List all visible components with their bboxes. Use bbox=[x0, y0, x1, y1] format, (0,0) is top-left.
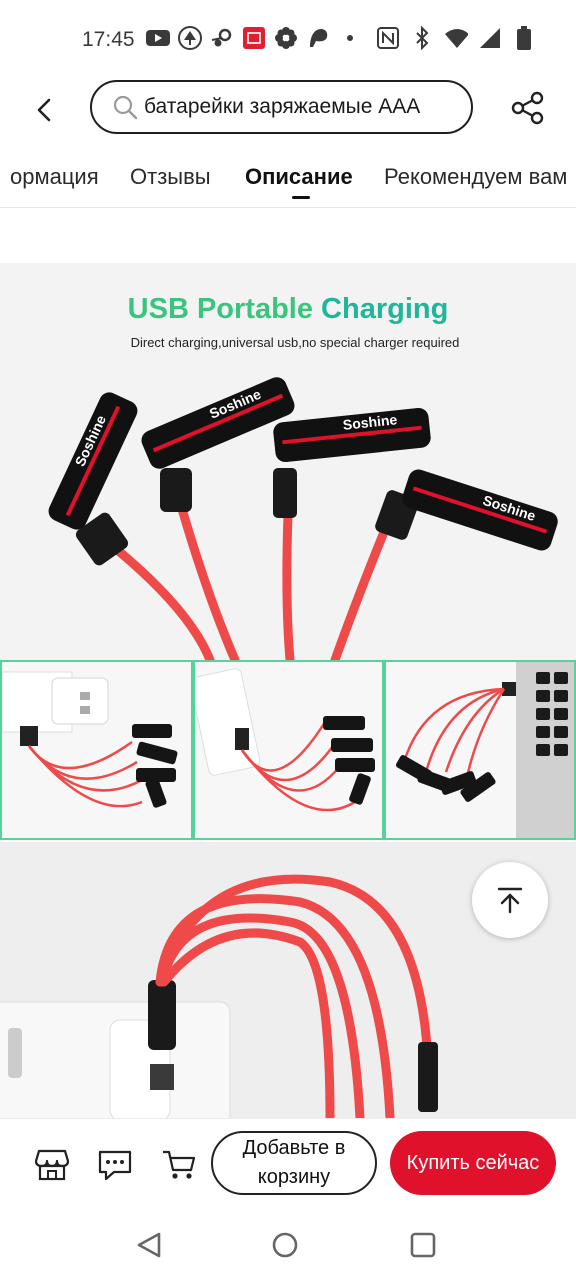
scroll-to-top-button[interactable] bbox=[472, 862, 548, 938]
thumbnail-image[interactable] bbox=[0, 660, 193, 840]
store-button[interactable] bbox=[34, 1147, 70, 1183]
bottom-action-bar: Добавьте в корзину Купить сейчас bbox=[0, 1118, 576, 1210]
share-button[interactable] bbox=[506, 86, 550, 130]
add-to-cart-button[interactable]: Добавьте в корзину bbox=[211, 1131, 377, 1195]
triangle-back-icon bbox=[137, 1232, 161, 1258]
nav-back-button[interactable] bbox=[132, 1228, 166, 1262]
tree-icon bbox=[178, 26, 202, 50]
nfc-icon bbox=[376, 26, 400, 50]
dot-icon bbox=[338, 26, 362, 50]
circle-home-icon bbox=[272, 1232, 298, 1258]
arrow-up-icon bbox=[497, 887, 523, 914]
flower-icon bbox=[274, 26, 298, 50]
bluetooth-icon bbox=[410, 26, 434, 50]
back-arrow-icon bbox=[37, 98, 51, 122]
status-notification-icons bbox=[146, 26, 362, 50]
nav-home-button[interactable] bbox=[268, 1228, 302, 1262]
status-bar: 17:45 bbox=[0, 0, 576, 78]
thumbnail-image[interactable] bbox=[384, 660, 576, 840]
top-bar: батарейки заряжаемые AAA bbox=[0, 78, 576, 142]
search-query-text: батарейки заряжаемые AAA bbox=[144, 95, 421, 118]
cart-button[interactable] bbox=[161, 1147, 197, 1183]
tab-information[interactable]: ормация bbox=[10, 164, 99, 190]
laptop-batteries-photo bbox=[396, 662, 574, 838]
active-tab-indicator bbox=[292, 196, 310, 199]
product-image-hero: USB Portable Charging Direct charging,un… bbox=[0, 263, 576, 660]
share-icon bbox=[511, 91, 544, 125]
thumbnail-image[interactable] bbox=[193, 660, 384, 840]
buy-now-button[interactable]: Купить сейчас bbox=[390, 1131, 556, 1195]
chat-button[interactable] bbox=[97, 1147, 133, 1183]
batteries-with-cables-illustration: Soshine Soshine Soshine Soshine bbox=[48, 377, 558, 660]
battery-icon bbox=[512, 26, 536, 50]
tab-recommended[interactable]: Рекомендуем вам bbox=[384, 164, 567, 190]
message-icon bbox=[98, 1150, 132, 1181]
store-icon bbox=[35, 1149, 69, 1181]
section-tabs: ормация Отзывы Описание Рекомендуем вам bbox=[0, 150, 576, 208]
wifi-icon bbox=[444, 26, 468, 50]
signal-icon bbox=[478, 26, 502, 50]
status-time: 17:45 bbox=[82, 28, 135, 51]
system-navigation-bar bbox=[0, 1210, 576, 1280]
steam-icon bbox=[210, 26, 234, 50]
search-icon bbox=[113, 95, 138, 120]
search-input[interactable]: батарейки заряжаемые AAA bbox=[90, 80, 473, 134]
tab-description[interactable]: Описание bbox=[245, 164, 353, 190]
cart-icon bbox=[163, 1150, 196, 1179]
p-icon bbox=[306, 26, 330, 50]
charger-batteries-photo bbox=[2, 671, 178, 808]
calendar-app-icon bbox=[242, 26, 266, 50]
back-button[interactable] bbox=[24, 90, 64, 130]
square-recents-icon bbox=[410, 1232, 436, 1258]
tab-reviews[interactable]: Отзывы bbox=[130, 164, 211, 190]
thumbnail-strip bbox=[0, 660, 576, 840]
youtube-icon bbox=[146, 26, 170, 50]
nav-recents-button[interactable] bbox=[406, 1228, 440, 1262]
status-system-icons bbox=[376, 26, 536, 50]
powerbank-batteries-photo bbox=[195, 668, 375, 812]
